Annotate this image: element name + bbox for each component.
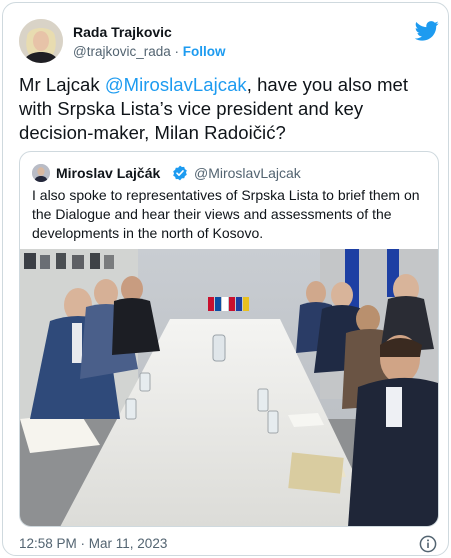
author-handle-row: @trajkovic_rada · Follow — [73, 44, 226, 59]
tweet-text-prefix: Mr Lajcak — [19, 74, 105, 95]
quoted-tweet[interactable]: Miroslav Lajčák @MiroslavLajcak I also s… — [19, 151, 439, 527]
meeting-photo[interactable] — [20, 249, 438, 527]
author-handle[interactable]: @trajkovic_rada — [73, 44, 171, 59]
tweet-header: Rada Trajkovic @trajkovic_rada · Follow — [19, 19, 439, 65]
quoted-tweet-text: I also spoke to representatives of Srpsk… — [32, 187, 420, 241]
tweet-footer: 12:58 PM · Mar 11, 2023 — [19, 535, 439, 554]
twitter-bird-icon[interactable] — [415, 21, 439, 41]
tweet-embed-card: Rada Trajkovic @trajkovic_rada · Follow … — [2, 2, 449, 556]
verified-badge-icon — [173, 165, 187, 181]
quoted-author-name: Miroslav Lajčák — [56, 165, 161, 181]
info-icon[interactable] — [419, 535, 437, 553]
quoted-author-handle: @MiroslavLajcak — [194, 165, 301, 181]
timestamp-link[interactable]: 12:58 PM · Mar 11, 2023 — [19, 536, 167, 551]
quoted-author-avatar — [32, 164, 50, 182]
separator-dot: · — [174, 44, 180, 59]
mention-link[interactable]: @MiroslavLajcak — [105, 74, 247, 95]
quoted-tweet-header: Miroslav Lajčák @MiroslavLajcak — [32, 164, 428, 184]
tweet-text: Mr Lajcak @MiroslavLajcak, have you also… — [19, 73, 439, 145]
follow-button[interactable]: Follow — [183, 44, 226, 59]
author-name[interactable]: Rada Trajkovic — [73, 24, 172, 40]
author-avatar[interactable] — [19, 19, 63, 63]
